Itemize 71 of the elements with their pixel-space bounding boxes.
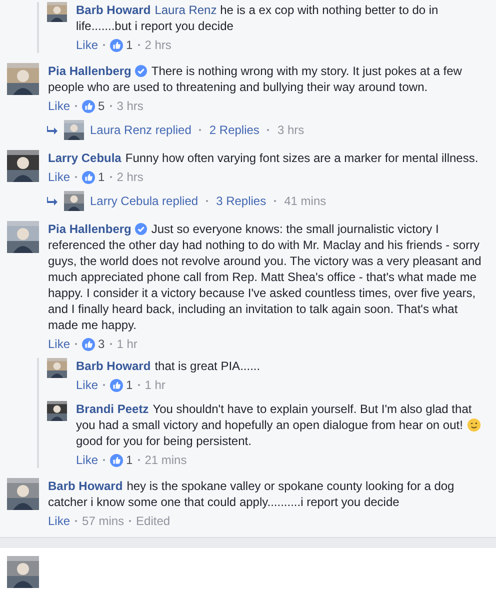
separator-dot-icon [75, 520, 78, 522]
separator-dot-icon [75, 176, 78, 178]
like-reaction-icon [82, 170, 96, 184]
separator-dot-icon [110, 105, 112, 107]
comment-text: Pia Hallenberg Just so everyone knows: the small journalistic victory I referenced the other day had nothing to do with Mr. Maclay and his friends - sorry guys, the world does not revolve around you. The victory was a very pleasant and much appreciated phone call from Rep. Matt Shea's office - that's what made me happy. I consider it a victory because I've asked countless times, over five years, and I finally heard back, including an invitation to talk again soon. That's what made me happy. [48, 221, 482, 333]
edited-label[interactable]: Edited [136, 513, 170, 529]
timestamp[interactable]: 3 hrs [116, 98, 144, 114]
like-link[interactable]: Like [76, 37, 98, 53]
comment-text: Brandi Peetz You shouldn't have to explain yourself. But I'm also glad that you had a small victory and hopefully an open dialogue from hear on out! good for you for being persistent. [76, 401, 488, 449]
like-reaction-icon [82, 338, 96, 350]
separator-dot-icon [110, 176, 112, 178]
separator-dot-icon [267, 129, 270, 131]
like-link[interactable]: Like [76, 377, 98, 393]
separator-dot-icon [274, 200, 276, 202]
reaction-count[interactable]: 1 [126, 37, 133, 53]
wink-emoji-icon [466, 418, 481, 432]
separator-dot-icon [138, 384, 140, 386]
timestamp[interactable]: 2 hrs [144, 37, 172, 53]
verified-badge-icon [135, 65, 148, 77]
comment-text: Barb Howard Laura Renz he is a ex cop with nothing better to do in life.......but i report you decide [76, 2, 440, 34]
like-link[interactable]: Like [76, 452, 98, 468]
like-reaction-icon [110, 38, 124, 52]
reaction-count[interactable]: 1 [126, 377, 133, 393]
author-link[interactable]: Barb Howard [76, 359, 151, 373]
like-link[interactable]: Like [48, 336, 70, 352]
reaction-count[interactable]: 5 [98, 98, 105, 114]
replied-link[interactable]: Larry Cebula replied [90, 193, 198, 209]
separator-dot-icon [138, 44, 140, 46]
separator-dot-icon [206, 200, 208, 202]
like-link[interactable]: Like [48, 98, 70, 114]
like-reaction-icon [82, 100, 96, 112]
like-link[interactable]: Like [48, 513, 70, 529]
timestamp[interactable]: 1 hr [144, 377, 166, 393]
author-link[interactable]: Barb Howard [76, 3, 151, 17]
author-link[interactable]: Brandi Peetz [76, 402, 149, 416]
timestamp: 3 hrs [277, 122, 304, 138]
separator-dot-icon [103, 44, 106, 46]
reply-arrow-icon [47, 196, 58, 206]
author-link[interactable]: Barb Howard [48, 479, 123, 493]
comment-text: Larry Cebula Funny how often varying font sizes are a marker for mental illness. [48, 150, 480, 166]
separator-dot-icon [103, 384, 106, 386]
like-link[interactable]: Like [48, 169, 70, 185]
comment-text: Pia Hallenberg There is nothing wrong with my story. It just pokes at a few people who are used to threatening and bullying their way around town. [48, 63, 463, 95]
replied-link[interactable]: Laura Renz replied [90, 122, 192, 138]
author-link[interactable]: Larry Cebula [48, 151, 122, 165]
separator-dot-icon [110, 343, 112, 345]
comment-text: Barb Howard hey is the spokane valley or spokane county looking for a dog catcher i know some one that could apply..........i report you decide [48, 478, 456, 510]
timestamp[interactable]: 2 hrs [116, 169, 144, 185]
separator-dot-icon [75, 343, 78, 345]
timestamp[interactable]: 21 mins [144, 452, 187, 468]
reaction-count[interactable]: 3 [98, 336, 105, 352]
separator-dot-icon [75, 105, 78, 107]
reaction-count[interactable]: 1 [126, 452, 133, 468]
replies-count-link[interactable]: 2 Replies [209, 122, 260, 138]
verified-badge-icon [135, 223, 148, 235]
author-link[interactable]: Pia Hallenberg [48, 222, 132, 236]
author-link[interactable]: Pia Hallenberg [48, 64, 132, 78]
separator-dot-icon [138, 459, 140, 461]
timestamp[interactable]: 57 mins [82, 513, 124, 529]
separator-dot-icon [103, 459, 106, 461]
replies-count-link[interactable]: 3 Replies [216, 193, 266, 209]
timestamp[interactable]: 1 hr [116, 336, 138, 352]
separator-dot-icon [199, 129, 202, 131]
reaction-count[interactable]: 1 [98, 169, 105, 185]
comment-text: Barb Howard that is great PIA...... [76, 358, 262, 374]
mention-link[interactable]: Laura Renz [154, 3, 217, 17]
reply-arrow-icon [47, 126, 58, 134]
like-reaction-icon [110, 378, 124, 392]
like-reaction-icon [110, 454, 124, 466]
separator-dot-icon [129, 520, 132, 522]
timestamp: 41 mins [284, 193, 326, 209]
